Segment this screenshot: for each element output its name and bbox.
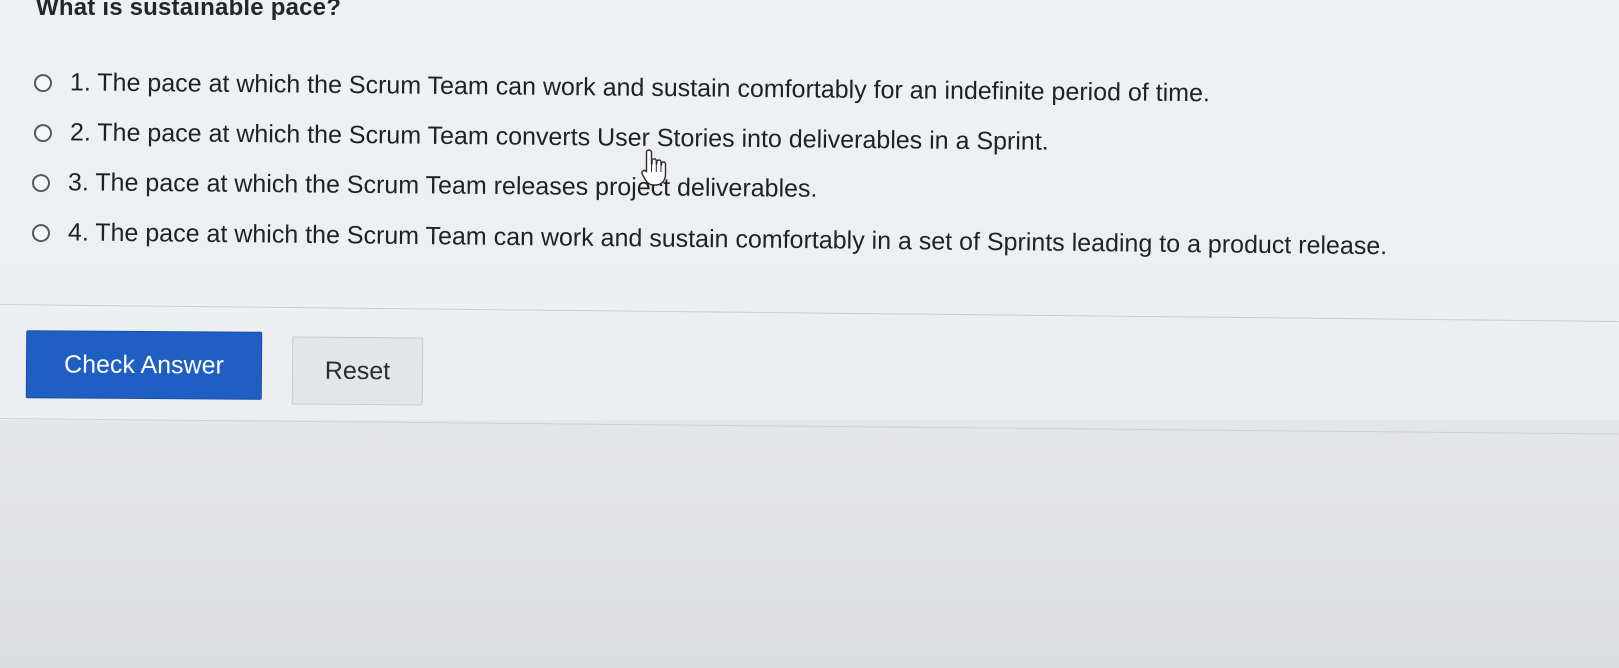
option-label: 4. The pace at which the Scrum Team can …: [67, 218, 1388, 261]
option-label: 3. The pace at which the Scrum Team rele…: [67, 168, 818, 203]
option-1[interactable]: 1. The pace at which the Scrum Team can …: [33, 68, 1211, 108]
divider: [0, 304, 1619, 322]
divider: [0, 418, 1619, 435]
option-4[interactable]: 4. The pace at which the Scrum Team can …: [31, 218, 1388, 261]
option-label: 1. The pace at which the Scrum Team can …: [69, 68, 1211, 108]
quiz-card: What is sustainable pace? 1. The pace at…: [0, 0, 1619, 420]
check-answer-button[interactable]: Check Answer: [25, 330, 263, 400]
radio-unselected-icon[interactable]: [31, 173, 51, 192]
radio-unselected-icon[interactable]: [33, 123, 53, 142]
option-label: 2. The pace at which the Scrum Team conv…: [69, 118, 1049, 156]
option-3[interactable]: 3. The pace at which the Scrum Team rele…: [31, 168, 818, 204]
answer-options: 1. The pace at which the Scrum Team can …: [0, 0, 1619, 300]
reset-button[interactable]: Reset: [291, 336, 424, 406]
radio-unselected-icon[interactable]: [33, 73, 53, 92]
radio-unselected-icon[interactable]: [31, 223, 51, 242]
option-2[interactable]: 2. The pace at which the Scrum Team conv…: [33, 118, 1049, 157]
